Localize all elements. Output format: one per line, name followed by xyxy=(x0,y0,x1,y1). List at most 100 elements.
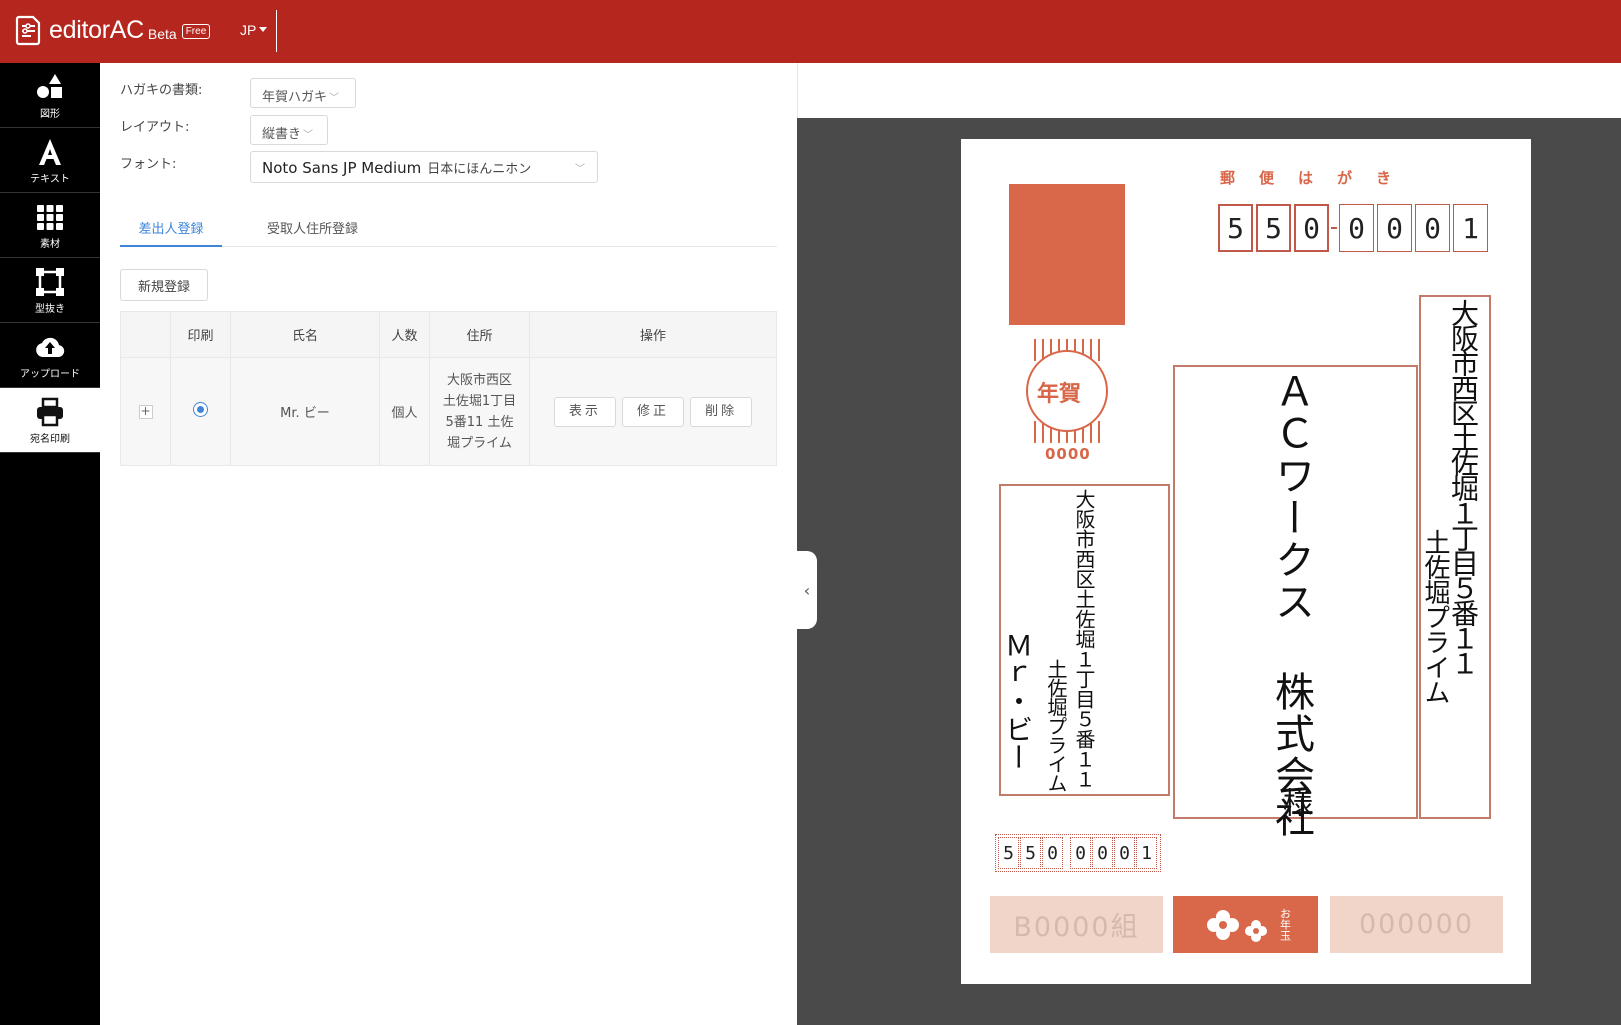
lottery-group-number: B0000組 xyxy=(990,896,1163,953)
recipient-zip-boxes: 5 5 0 0 0 0 1 xyxy=(1218,204,1491,252)
chevron-down-icon: ﹀ xyxy=(329,93,340,104)
address-settings-panel: ハガキの書類: 年賀ハガキ ﹀ レイアウト: 縦書き ﹀ フォント: Noto Sa… xyxy=(100,63,797,1025)
zip-digit: 1 xyxy=(1136,837,1157,869)
flower-icon xyxy=(1206,909,1267,942)
app-header: editorAC Beta Free JP xyxy=(0,0,1621,63)
stamp-area xyxy=(1009,184,1125,325)
col-header-print: 印刷 xyxy=(170,311,231,358)
collapse-panel-button[interactable]: ‹ xyxy=(797,551,817,629)
expand-cell: + xyxy=(120,357,171,466)
zip-digit: 5 xyxy=(1218,204,1253,252)
zip-digit: 0 xyxy=(1092,837,1113,869)
name-cell: Mr. ビー xyxy=(230,357,380,466)
caret-down-icon xyxy=(259,27,268,32)
recipient-address-line1: 大阪市西区土佐堀１丁目５番１１ xyxy=(1447,299,1480,674)
app-logo[interactable]: editorAC Beta Free xyxy=(14,14,211,46)
zip-digit: 0 xyxy=(1294,204,1329,252)
postmark-label: 年賀 xyxy=(1037,382,1082,407)
col-header-name: 氏名 xyxy=(230,311,380,358)
postmark-number: 0000 xyxy=(1045,445,1091,463)
printer-icon xyxy=(37,397,63,426)
table-header-row: 印刷 氏名 人数 住所 操作 xyxy=(120,311,777,358)
layout-select[interactable]: 縦書き ﹀ xyxy=(250,115,328,145)
card-type-label: ハガキの書類: xyxy=(120,83,203,98)
postcard: 郵便はがき 5 5 0 0 0 0 1 年賀 0000 大阪市西区土佐堀１丁目５… xyxy=(961,139,1531,984)
lottery-number: 000000 xyxy=(1330,896,1503,953)
zip-digit: 0 xyxy=(1114,837,1135,869)
sidebar-item-address-print[interactable]: 宛名印刷 xyxy=(0,388,100,453)
zip-digit: 0 xyxy=(1415,204,1450,252)
address-cell: 大阪市西区 土佐堀1丁目 5番11 土佐 堀プライム xyxy=(429,357,530,466)
postcard-title: 郵便はがき xyxy=(1220,169,1416,187)
header-divider xyxy=(276,10,277,52)
zip-digit: 1 xyxy=(1453,204,1488,252)
zip-dash xyxy=(1331,227,1337,229)
address-line: 5番11 土佐 xyxy=(445,414,514,430)
font-sample: 日本にほんニホン xyxy=(427,162,532,177)
col-header-expand xyxy=(120,311,171,358)
font-select[interactable]: Noto Sans JP Medium 日本にほんニホン ﹀ xyxy=(250,151,598,183)
col-header-actions: 操作 xyxy=(529,311,777,358)
shapes-icon xyxy=(37,73,62,98)
zip-digit: 0 xyxy=(1339,204,1374,252)
language-dropdown[interactable]: JP xyxy=(240,22,268,38)
sidebar-item-cutout[interactable]: 型抜き xyxy=(0,258,100,323)
sidebar-item-label: 宛名印刷 xyxy=(30,433,70,445)
sidebar-item-text[interactable]: テキスト xyxy=(0,128,100,193)
tool-sidebar: 図形 テキスト 素材 型抜き アップロード 宛名印刷 xyxy=(0,63,100,1025)
actions-cell: 表示 修正 削除 xyxy=(529,357,777,466)
tab-sender-registration[interactable]: 差出人登録 xyxy=(120,211,222,247)
registration-tabs: 差出人登録 受取人住所登録 xyxy=(120,211,777,247)
delete-button[interactable]: 削除 xyxy=(690,396,753,427)
sender-table: 印刷 氏名 人数 住所 操作 + Mr. ビー 個人 大阪市西区 土佐堀1丁目 … xyxy=(120,311,777,466)
sender-address-line1: 大阪市西区土佐堀１丁目５番１１ xyxy=(1072,489,1096,789)
chevron-left-icon: ‹ xyxy=(803,580,811,600)
card-type-value: 年賀ハガキ xyxy=(262,90,328,105)
print-radio[interactable] xyxy=(193,402,208,417)
font-name: Noto Sans JP Medium xyxy=(262,159,422,177)
sidebar-item-upload[interactable]: アップロード xyxy=(0,323,100,388)
address-line: 土佐堀1丁目 xyxy=(442,393,517,409)
expand-row-button[interactable]: + xyxy=(138,405,153,419)
address-line: 堀プライム xyxy=(447,435,512,451)
zip-digit: 0 xyxy=(1042,837,1063,869)
font-label: フォント: xyxy=(120,157,177,172)
sidebar-item-label: テキスト xyxy=(30,173,70,185)
sidebar-item-label: 素材 xyxy=(40,238,60,250)
text-a-icon xyxy=(39,138,61,165)
chevron-down-icon: ﹀ xyxy=(303,130,314,141)
sender-address-line2: 土佐堀プライム xyxy=(1044,659,1068,792)
zip-digit: 5 xyxy=(1020,837,1041,869)
cloud-upload-icon xyxy=(36,337,65,357)
otoshidama-badge: お年玉 xyxy=(1173,896,1318,953)
sidebar-item-label: 型抜き xyxy=(35,303,65,315)
crop-frame-icon xyxy=(36,267,64,296)
table-row: + Mr. ビー 個人 大阪市西区 土佐堀1丁目 5番11 土佐 堀プライム 表… xyxy=(120,357,777,466)
zip-digit: 5 xyxy=(1256,204,1291,252)
grid-icon xyxy=(37,204,63,230)
count-cell: 個人 xyxy=(379,357,430,466)
otoshidama-label: お年玉 xyxy=(1278,908,1292,941)
tab-recipient-registration[interactable]: 受取人住所登録 xyxy=(250,211,375,247)
layout-label: レイアウト: xyxy=(120,120,190,135)
zip-digit: 0 xyxy=(1070,837,1091,869)
sidebar-item-materials[interactable]: 素材 xyxy=(0,193,100,258)
free-badge: Free xyxy=(181,23,211,39)
sidebar-item-label: 図形 xyxy=(40,108,60,120)
sender-name: Ｍｒ・ビー xyxy=(1001,631,1034,771)
beta-label: Beta xyxy=(147,26,177,42)
new-registration-button[interactable]: 新規登録 xyxy=(120,269,208,301)
sidebar-item-shapes[interactable]: 図形 xyxy=(0,63,100,128)
postcard-preview-area: 郵便はがき 5 5 0 0 0 0 1 年賀 0000 大阪市西区土佐堀１丁目５… xyxy=(797,118,1621,1025)
edit-button[interactable]: 修正 xyxy=(622,396,684,427)
col-header-address: 住所 xyxy=(429,311,530,358)
zip-digit: 0 xyxy=(1377,204,1412,252)
app-name: editorAC xyxy=(49,15,144,44)
layout-value: 縦書き xyxy=(262,127,302,142)
zip-digit: 5 xyxy=(998,837,1019,869)
print-cell xyxy=(170,357,231,466)
preview-toolbar-area xyxy=(797,63,1621,118)
view-button[interactable]: 表示 xyxy=(553,396,616,427)
card-type-select[interactable]: 年賀ハガキ ﹀ xyxy=(250,78,356,108)
sidebar-item-label: アップロード xyxy=(20,368,80,380)
